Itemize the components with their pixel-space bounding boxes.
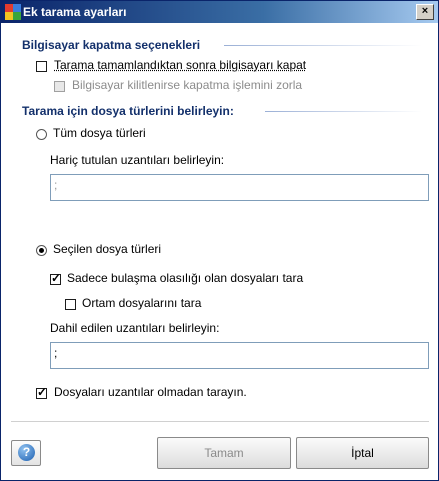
selected-file-types-label[interactable]: Seçilen dosya türleri [53, 242, 161, 256]
included-extensions-label: Dahil edilen uzantıları belirleyin: [50, 321, 220, 335]
scan-no-extension-label[interactable]: Dosyaları uzantılar olmadan tarayın. [54, 385, 247, 399]
help-button[interactable]: ? [11, 440, 41, 466]
shutdown-after-scan-checkbox[interactable] [36, 61, 47, 72]
title-bar[interactable]: Ek tarama ayarları × [1, 1, 438, 23]
settings-dialog: Ek tarama ayarları × Bilgisayar kapatma … [0, 0, 439, 481]
scan-media-checkbox[interactable] [65, 299, 76, 310]
scan-infectable-label[interactable]: Sadece bulaşma olasılığı olan dosyaları … [67, 271, 303, 285]
section-divider [224, 45, 422, 46]
section-divider [265, 111, 422, 112]
all-file-types-label[interactable]: Tüm dosya türleri [53, 126, 146, 140]
selected-file-types-radio[interactable] [36, 245, 47, 256]
force-shutdown-label: Bilgisayar kilitlenirse kapatma işlemini… [72, 78, 303, 92]
scan-infectable-checkbox[interactable] [50, 271, 61, 285]
ok-button[interactable]: Tamam [157, 437, 291, 469]
all-file-types-radio[interactable] [36, 129, 47, 140]
scan-media-label[interactable]: Ortam dosyalarını tara [82, 296, 201, 310]
shutdown-after-scan-label[interactable]: Tarama tamamlandıktan sonra bilgisayarı … [54, 58, 306, 72]
footer-divider [11, 421, 429, 422]
excluded-extensions-label: Hariç tutulan uzantıları belirleyin: [50, 153, 225, 167]
file-types-section-heading: Tarama için dosya türlerini belirleyin: [22, 104, 234, 118]
scan-no-extension-checkbox[interactable] [36, 385, 47, 399]
help-icon: ? [18, 444, 35, 461]
included-extensions-input[interactable]: ; [50, 342, 429, 369]
excluded-extensions-input[interactable]: ; [50, 174, 429, 201]
close-button[interactable]: × [416, 4, 434, 20]
window-title: Ek tarama ayarları [23, 5, 127, 19]
shutdown-section-heading: Bilgisayar kapatma seçenekleri [22, 38, 201, 52]
cancel-button[interactable]: İptal [296, 437, 429, 469]
app-logo-icon [5, 4, 21, 20]
force-shutdown-checkbox[interactable] [54, 81, 65, 92]
